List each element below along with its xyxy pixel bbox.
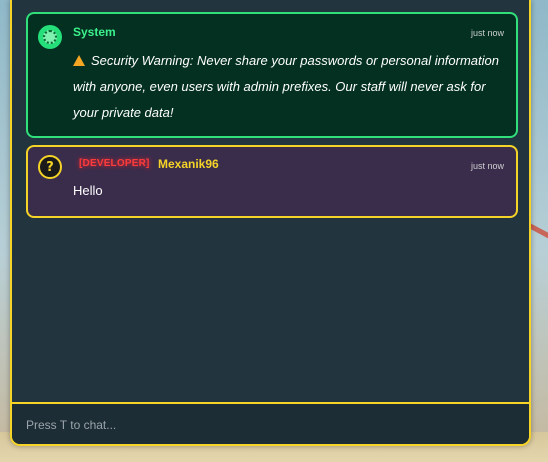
chat-panel: System just now Security Warning: Never … (10, 0, 531, 446)
role-tag: [DEVELOPER] (79, 158, 150, 169)
message-timestamp: just now (470, 28, 504, 38)
message-text: Hello (73, 183, 103, 198)
chat-message-system: System just now Security Warning: Never … (26, 12, 518, 138)
avatar-glyph: ? (46, 159, 54, 175)
message-text-content: Security Warning: Never share your passw… (73, 53, 499, 120)
sender-name[interactable]: Mexanik96 (158, 157, 219, 171)
system-avatar (38, 25, 62, 49)
sender-name: System (73, 25, 116, 39)
chat-input-bar (12, 402, 529, 446)
warning-icon (73, 55, 85, 66)
message-timestamp: just now (470, 161, 504, 171)
chat-message-user: ? [DEVELOPER] Mexanik96 just now Hello (26, 145, 518, 218)
avatar[interactable]: ? (38, 155, 62, 179)
chat-input[interactable] (24, 404, 517, 446)
message-text: Security Warning: Never share your passw… (73, 48, 502, 126)
gear-icon (43, 30, 57, 44)
